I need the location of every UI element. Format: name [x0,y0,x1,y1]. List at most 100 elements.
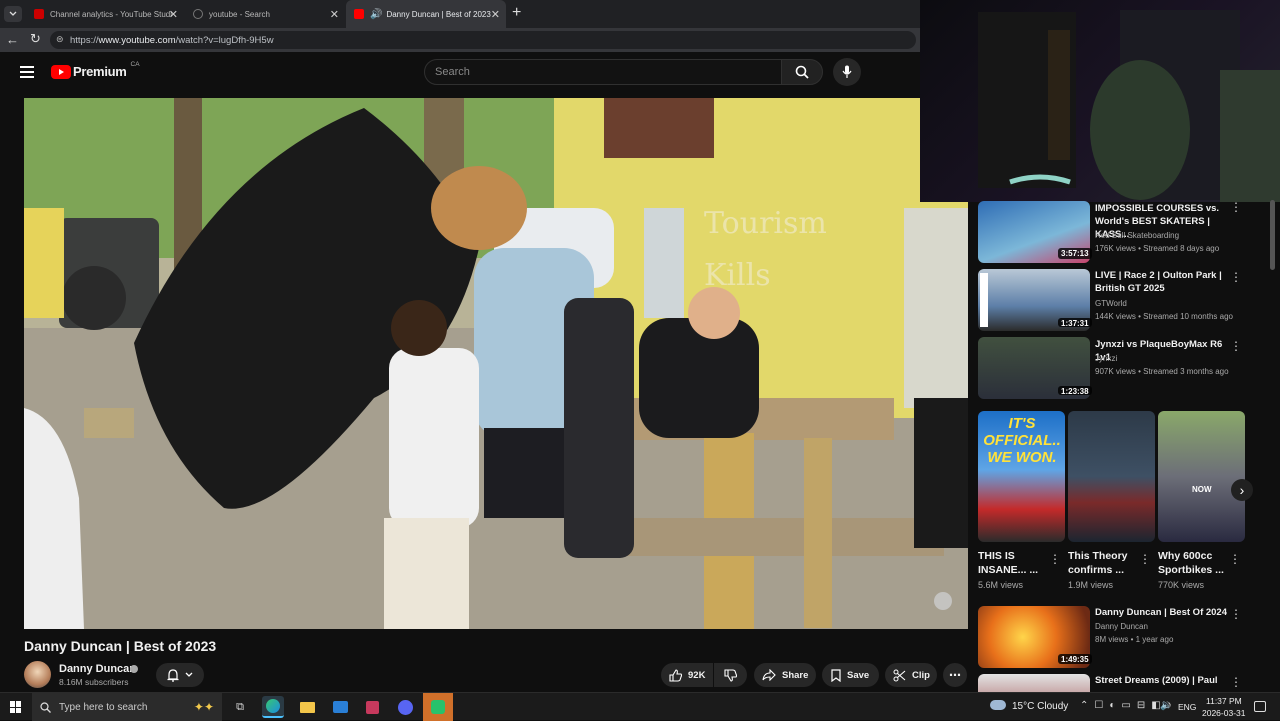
close-tab-icon[interactable]: ✕ [491,8,500,21]
back-button[interactable]: ← [6,32,19,47]
channel-avatar[interactable] [24,661,51,688]
more-options-icon[interactable]: ⋮ [1230,676,1242,688]
search-input[interactable]: Search [424,59,782,85]
reload-button[interactable]: ↻ [30,31,41,47]
tab-list-button[interactable] [4,6,22,22]
weather-text[interactable]: 15°C Cloudy [1012,701,1068,712]
chevron-down-icon [185,672,193,677]
discord-icon[interactable] [394,696,416,718]
more-options-icon[interactable]: ⋮ [1230,201,1242,213]
short-item[interactable]: This Theory confirms ... 1.9M views ⋮ [1068,411,1155,590]
close-tab-icon[interactable]: ✕ [169,8,178,21]
thumbs-down-icon [724,668,737,682]
save-button[interactable]: Save [822,663,879,687]
game-launcher-icon[interactable] [423,693,453,721]
tab-danny-duncan[interactable]: 🔊 Danny Duncan | Best of 2023 ✕ [346,0,506,28]
search-highlight-icon: ✦✦ [193,700,214,714]
short-title[interactable]: Why 600cc Sportbikes ... [1158,549,1230,577]
new-tab-button[interactable]: + [512,4,521,22]
url-prefix: https:// [70,34,99,46]
audio-playing-icon[interactable]: 🔊 [370,9,382,20]
short-views: 770K views [1158,580,1205,590]
tab-label: youtube - Search [209,9,270,19]
channel-name[interactable]: GTWorld [1095,299,1127,308]
webcam-overlay [920,0,1280,202]
channel-name[interactable]: Red Bull Skateboarding [1095,231,1179,240]
channel-watermark-icon[interactable] [934,592,952,610]
more-options-icon[interactable]: ⋮ [1230,340,1242,352]
more-options-icon[interactable]: ⋮ [1049,552,1061,566]
notification-center-icon[interactable] [1254,701,1266,712]
video-title[interactable]: Danny Duncan | Best Of 2024 [1095,606,1233,619]
recommended-video[interactable]: 1:23:38 Jynxzi vs PlaqueBoyMax R6 1v1 Jy… [978,337,1248,399]
tab-channel-analytics[interactable]: Channel analytics - YouTube Studi ✕ [26,0,184,28]
short-item[interactable]: NOW Why 600cc Sportbikes ... 770K views … [1158,411,1245,590]
shorts-next-button[interactable]: › [1231,479,1253,501]
short-views: 1.9M views [1068,580,1114,590]
edge-browser-icon[interactable] [262,696,284,718]
recommended-video[interactable]: Street Dreams (2009) | Paul ⋮ [978,674,1248,692]
search-icon [40,701,51,713]
voice-search-button[interactable] [833,58,861,86]
url-field[interactable]: ⊜ https://www.youtube.com/watch?v=lugDfh… [50,31,916,49]
share-button[interactable]: Share [754,663,816,687]
short-thumbnail[interactable] [1068,411,1155,542]
site-info-icon[interactable]: ⊜ [56,34,64,45]
channel-name[interactable]: Jynxzi [1095,354,1117,363]
tab-youtube-search[interactable]: youtube - Search ✕ [185,0,345,28]
scissors-icon [893,669,906,681]
search-icon [795,65,809,79]
windows-start-icon[interactable] [10,701,22,713]
region-code: CA [130,61,140,68]
taskbar-search-input[interactable]: Type here to search ✦✦ [32,693,222,721]
clip-button[interactable]: Clip [885,663,937,687]
weather-icon[interactable] [990,700,1006,710]
recommended-video[interactable]: 3:57:13 IMPOSSIBLE COURSES vs. World's B… [978,201,1248,263]
youtube-premium-logo[interactable]: Premium CA [51,61,140,79]
mail-icon[interactable] [329,696,351,718]
short-title[interactable]: This Theory confirms ... [1068,549,1140,577]
close-tab-icon[interactable]: ✕ [330,8,339,21]
notification-bell-button[interactable] [156,663,204,687]
short-thumbnail[interactable]: NOW [1158,411,1245,542]
task-view-icon[interactable]: ⧉ [229,696,251,718]
like-button[interactable]: 92K [661,663,713,687]
short-title[interactable]: THIS IS INSANE... ... [978,549,1050,577]
more-actions-button[interactable]: ⋯ [943,663,967,687]
video-thumbnail[interactable] [978,674,1090,692]
more-options-icon[interactable]: ⋮ [1139,552,1151,566]
duration-badge: 1:37:31 [1058,318,1092,328]
search-button[interactable] [781,59,823,85]
video-title[interactable]: LIVE | Race 2 | Oulton Park | British GT… [1095,269,1233,295]
video-title: Danny Duncan | Best of 2023 [24,638,217,654]
channel-name[interactable]: Danny Duncan [1095,622,1148,631]
short-thumbnail[interactable]: IT'S OFFICIAL.. WE WON. [978,411,1065,542]
bookmark-icon [831,668,841,682]
video-meta: 8M views • 1 year ago [1095,635,1174,644]
clock-time[interactable]: 11:37 PM [1206,696,1242,706]
recommended-video[interactable]: 1:49:35 Danny Duncan | Best Of 2024 Dann… [978,606,1248,668]
more-options-icon[interactable]: ⋮ [1229,552,1241,566]
recommended-video[interactable]: 1:37:31 LIVE | Race 2 | Oulton Park | Br… [978,269,1248,331]
more-options-icon[interactable]: ⋮ [1230,608,1242,620]
video-title[interactable]: Street Dreams (2009) | Paul [1095,674,1233,687]
short-item[interactable]: IT'S OFFICIAL.. WE WON. THIS IS INSANE..… [978,411,1065,590]
windows-taskbar: Type here to search ✦✦ ⧉ 15°C Cloudy ⌃☐◐… [0,692,1280,721]
dislike-button[interactable] [714,663,747,687]
gift-app-icon[interactable] [361,696,383,718]
more-options-icon[interactable]: ⋮ [1230,271,1242,283]
speaker-icon[interactable]: 🔉 [1160,700,1172,711]
sidebar-scrollbar[interactable] [1270,200,1275,270]
video-player[interactable]: Tourism Kills [24,98,968,629]
clock-date[interactable]: 2026-03-31 [1202,708,1245,718]
file-explorer-icon[interactable] [296,696,318,718]
verified-icon [130,665,138,673]
youtube-studio-icon [34,9,44,19]
short-views: 5.6M views [978,580,1024,590]
chevron-down-icon [9,11,17,16]
clip-label: Clip [912,669,930,681]
channel-name[interactable]: Danny Duncan [59,663,136,675]
language-indicator[interactable]: ENG [1178,702,1196,712]
menu-icon[interactable] [20,66,34,78]
video-meta: 144K views • Streamed 10 months ago [1095,312,1233,321]
